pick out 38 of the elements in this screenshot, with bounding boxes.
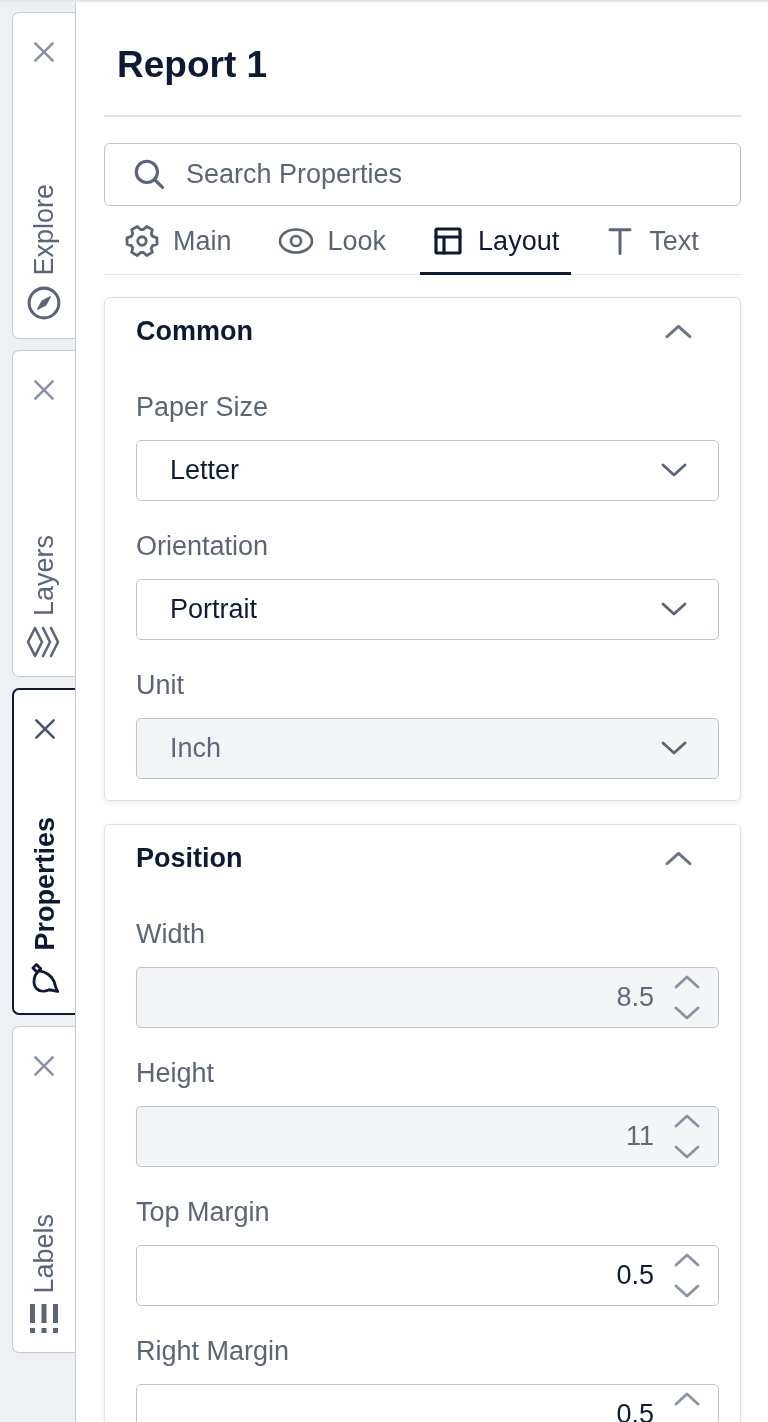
chevron-down-icon — [661, 741, 687, 755]
number-field[interactable]: 0.5 — [136, 1244, 719, 1306]
eye-icon — [277, 227, 314, 256]
search-field[interactable]: Search Properties — [104, 142, 741, 206]
side-tab[interactable]: Layers — [12, 350, 75, 677]
section-title: Common — [136, 316, 253, 347]
section-title: Position — [136, 843, 243, 874]
number-field[interactable]: 0.5 — [136, 1383, 719, 1422]
tab[interactable]: Look — [265, 210, 399, 275]
tab[interactable]: Main — [113, 210, 244, 275]
side-tab[interactable]: Properties — [12, 688, 75, 1015]
side-tab[interactable]: Labels — [12, 1026, 75, 1353]
field-label: Width — [136, 917, 207, 950]
chevron-down-icon — [661, 602, 687, 616]
dropdown[interactable]: Letter — [136, 439, 719, 501]
chevron-up-icon[interactable] — [665, 851, 692, 866]
chevron-up-icon[interactable] — [674, 1252, 700, 1267]
field-label: Orientation — [136, 529, 270, 562]
field-label: Height — [136, 1056, 216, 1089]
field-label: Right Margin — [136, 1334, 291, 1367]
side-tab[interactable]: Explore — [12, 12, 75, 339]
field-label: Top Margin — [136, 1195, 271, 1228]
search-icon — [132, 157, 166, 191]
panel-title: Report 1 — [117, 43, 268, 87]
layout-icon — [432, 225, 465, 258]
field-label: Paper Size — [136, 390, 270, 423]
dropdown[interactable]: Portrait — [136, 578, 719, 640]
chevron-down-icon[interactable] — [674, 1283, 700, 1298]
tab[interactable]: Layout — [420, 210, 572, 275]
exclamation-marks-icon — [29, 1304, 59, 1334]
chevron-down-icon — [661, 463, 687, 477]
tab[interactable]: Text — [593, 210, 711, 275]
chevron-up-icon[interactable] — [665, 324, 692, 339]
compass-icon — [27, 286, 61, 320]
layers-icon — [26, 626, 62, 658]
gear-icon — [125, 224, 159, 259]
chevron-up-icon[interactable] — [674, 1391, 700, 1406]
field-label: Unit — [136, 668, 185, 701]
